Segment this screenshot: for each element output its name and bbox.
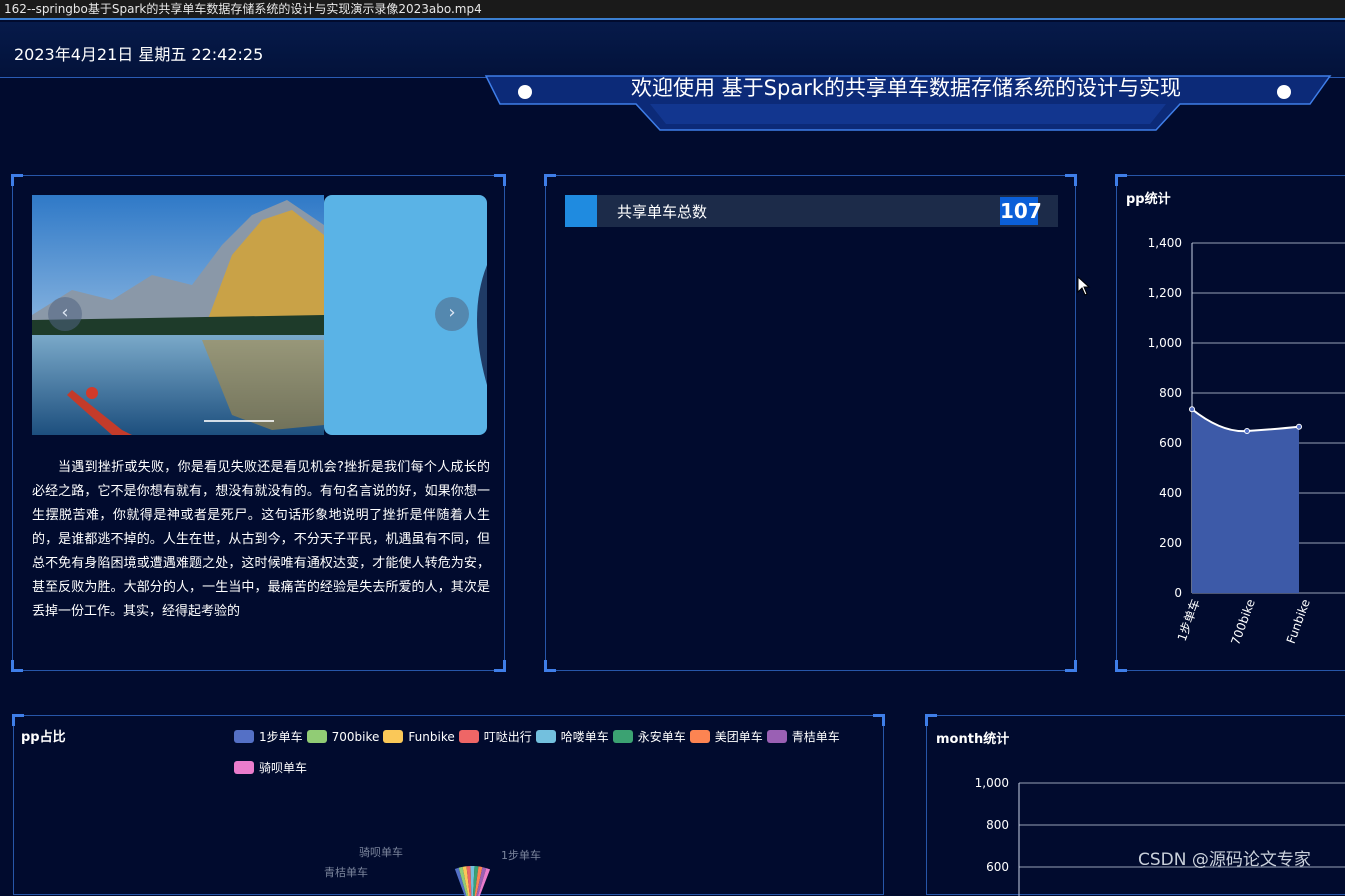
pp-area-chart: 0 200 400 600 800 1,000 1,200 1,400 1步单车 700bike F…: [1148, 236, 1345, 647]
article-text: 当遇到挫折或失败，你是看见失败还是看见机会?挫折是我们每个人成长的必经之路，它不…: [32, 460, 490, 619]
month-ytick-label: 600: [986, 860, 1009, 874]
datetime-display: 2023年4月21日 星期五 22:42:25: [14, 45, 264, 64]
carousel-next-button[interactable]: ›: [435, 297, 469, 331]
mouse-cursor-icon: [1077, 276, 1091, 296]
csdn-watermark: CSDN @源码论文专家: [1138, 850, 1311, 870]
month-ytick-label: 1,000: [975, 776, 1009, 790]
carousel-prev-button[interactable]: ‹: [48, 297, 82, 331]
pp-data-point: [1244, 428, 1250, 434]
pp-ytick-label: 0: [1174, 586, 1182, 600]
pp-ytick-label: 1,200: [1148, 286, 1182, 300]
pp-pie-chart: 骑呗单车青桔单车 1步单车: [324, 845, 541, 896]
pp-ratio-panel: pp占比 1步单车 700bike Funbike 叮哒出行 哈喽单车 永安单车 美团单车青…: [12, 714, 885, 896]
chevron-right-icon: ›: [448, 302, 456, 323]
pie-slice-label: 骑呗单车: [359, 845, 403, 859]
pp-data-point: [1296, 423, 1302, 430]
pp-area-fill: [1192, 409, 1299, 593]
pie-slice-label: 青桔单车: [324, 865, 368, 879]
image-carousel[interactable]: ‹ ›: [32, 195, 487, 435]
pp-data-point: [1189, 406, 1195, 413]
pie-slice-label: 1步单车: [501, 848, 541, 862]
total-bikes-value: 107: [1000, 197, 1042, 225]
pp-xtick-label: Funbike: [1284, 597, 1313, 645]
month-ytick-label: 800: [986, 818, 1009, 832]
page-title: 欢迎使用 基于Spark的共享单车数据存储系统的设计与实现: [631, 76, 1181, 100]
pp-ytick-label: 800: [1159, 386, 1182, 400]
carousel-image: [32, 195, 487, 435]
pp-stats-panel: pp统计 0 200 400 600 800 1,000 1,200 1,400 1步单车 700…: [1115, 174, 1345, 672]
intro-panel: ‹ › 当遇到挫折或失败，你是看见失败还是看见机会?挫折是我们每个人成长的必经之…: [11, 174, 506, 672]
pp-ytick-label: 1,400: [1148, 236, 1182, 250]
pp-ytick-label: 400: [1159, 486, 1182, 500]
window-title: 162--springbo基于Spark的共享单车数据存储系统的设计与实现演示录…: [0, 0, 1345, 20]
pp-ytick-label: 600: [1159, 436, 1182, 450]
pp-xtick-label: 700bike: [1228, 597, 1257, 647]
pp-ytick-label: 1,000: [1148, 336, 1182, 350]
stat-square-icon: [565, 195, 597, 227]
total-bikes-label: 共享单车总数: [617, 203, 708, 221]
stats-panel: 共享单车总数 107: [544, 174, 1077, 672]
chevron-left-icon: ‹: [61, 302, 69, 323]
pp-ytick-label: 200: [1159, 536, 1182, 550]
total-bikes-row: 共享单车总数 107: [565, 195, 1058, 227]
pp-xtick-label: 1步单车: [1174, 597, 1203, 643]
